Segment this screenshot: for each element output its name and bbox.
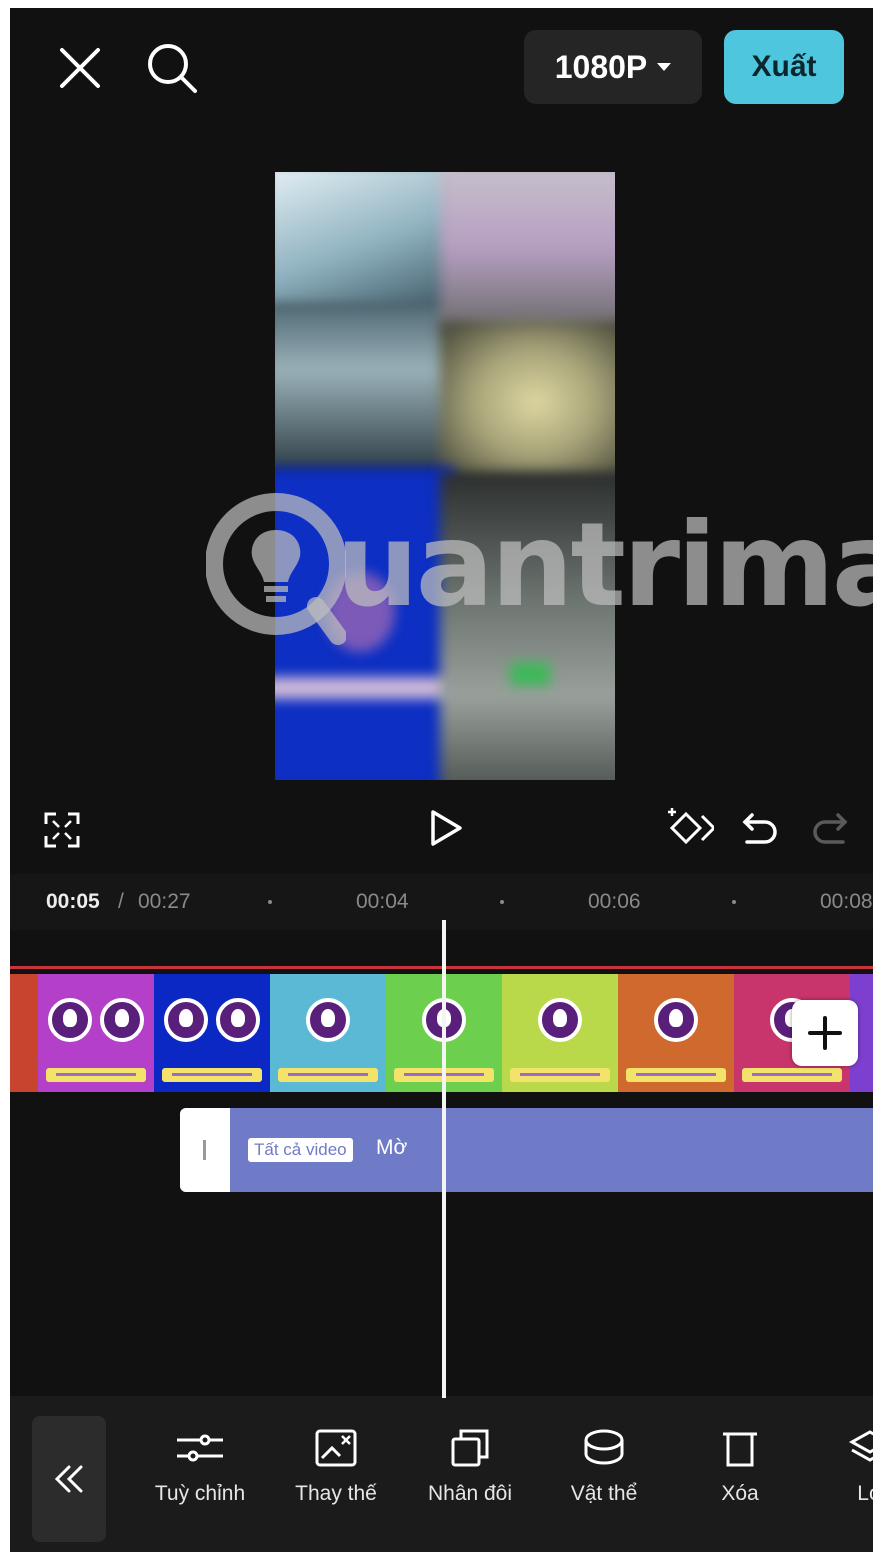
undo-icon[interactable]: [738, 808, 782, 852]
effect-drag-handle[interactable]: [180, 1108, 230, 1192]
ruler-dot: [732, 900, 736, 904]
ruler-dot: [268, 900, 272, 904]
watermark: uantrimang: [206, 486, 873, 656]
video-thumbnail: [38, 974, 155, 1092]
keyframe-icon[interactable]: [662, 804, 716, 852]
thumbnail-logo-icon: [100, 998, 144, 1042]
resolution-selector[interactable]: 1080P: [524, 30, 702, 104]
total-time: 00:27: [138, 890, 191, 913]
video-thumbnail: [502, 974, 619, 1092]
video-thumbnail: [10, 974, 39, 1092]
tool-adjust[interactable]: Tuỳ chỉnh: [140, 1428, 260, 1506]
thumbnail-caption-bar: [510, 1068, 610, 1082]
play-icon[interactable]: [424, 806, 468, 850]
effect-name: Mờ: [376, 1136, 408, 1159]
ruler-mark: 00:08: [820, 890, 873, 913]
video-thumbnail: [618, 974, 735, 1092]
thumbnail-caption-bar: [46, 1068, 146, 1082]
thumbnail-logo-icon: [216, 998, 260, 1042]
thumbnail-caption-bar: [162, 1068, 262, 1082]
video-thumbnail: [270, 974, 387, 1092]
video-preview[interactable]: [275, 172, 615, 780]
tool-label: Vật thể: [570, 1482, 638, 1505]
resolution-label: 1080P: [554, 48, 648, 85]
thumbnail-caption-bar: [626, 1068, 726, 1082]
trash-icon: [723, 1432, 757, 1467]
caret-down-icon: [657, 63, 672, 71]
watermark-text: uantrimang: [336, 498, 873, 633]
ruler-mark: 00:06: [588, 890, 641, 913]
tool-replace[interactable]: Thay thế: [276, 1428, 396, 1506]
tool-duplicate[interactable]: Nhân đôi: [410, 1428, 530, 1506]
plus-icon: [808, 1016, 842, 1050]
tool-layers[interactable]: Lớ: [810, 1428, 873, 1506]
tool-label: Tuỳ chỉnh: [154, 1482, 246, 1505]
tool-object[interactable]: Vật thể: [544, 1428, 664, 1506]
bottom-toolbar: Tuỳ chỉnh Thay thế Nhân đôi Vật thể Xóa …: [10, 1396, 873, 1552]
export-button[interactable]: Xuất: [724, 30, 844, 104]
editor-screen: 1080P Xuất uantrimang: [10, 8, 873, 1552]
search-icon[interactable]: [142, 38, 202, 98]
layers-icon: [848, 1430, 873, 1462]
watermark-logo-icon: [206, 493, 346, 645]
thumbnail-logo-icon: [306, 998, 350, 1042]
thumbnail-caption-bar: [742, 1068, 842, 1082]
redo-icon: [808, 808, 852, 852]
tool-label: Xóa: [721, 1482, 759, 1505]
adjust-sliders-icon: [177, 1434, 223, 1462]
thumbnail-logo-icon: [538, 998, 582, 1042]
video-thumbnail: [154, 974, 271, 1092]
back-button[interactable]: [32, 1416, 106, 1542]
effect-track[interactable]: Tất cả video Mờ: [180, 1108, 873, 1192]
ruler-mark: 00:04: [356, 890, 409, 913]
effect-scope-tag: Tất cả video: [248, 1138, 353, 1162]
fullscreen-icon[interactable]: [40, 808, 84, 852]
object-icon: [584, 1429, 624, 1465]
ruler-dot: [500, 900, 504, 904]
thumbnail-logo-icon: [654, 998, 698, 1042]
thumbnail-logo-icon: [48, 998, 92, 1042]
playhead[interactable]: [442, 920, 446, 1398]
current-time: 00:05: [46, 890, 100, 913]
replace-icon: [315, 1429, 357, 1467]
double-chevron-left-icon: [54, 1465, 83, 1493]
tool-label: Lớ: [857, 1482, 873, 1505]
tool-label: Nhân đôi: [427, 1482, 513, 1505]
time-separator: /: [118, 890, 124, 913]
thumbnail-caption-bar: [278, 1068, 378, 1082]
add-clip-button[interactable]: [792, 1000, 858, 1066]
tool-label: Thay thế: [295, 1482, 377, 1505]
tool-delete[interactable]: Xóa: [680, 1428, 800, 1506]
close-icon[interactable]: [52, 40, 108, 96]
duplicate-icon: [451, 1429, 489, 1467]
thumbnail-logo-icon: [164, 998, 208, 1042]
